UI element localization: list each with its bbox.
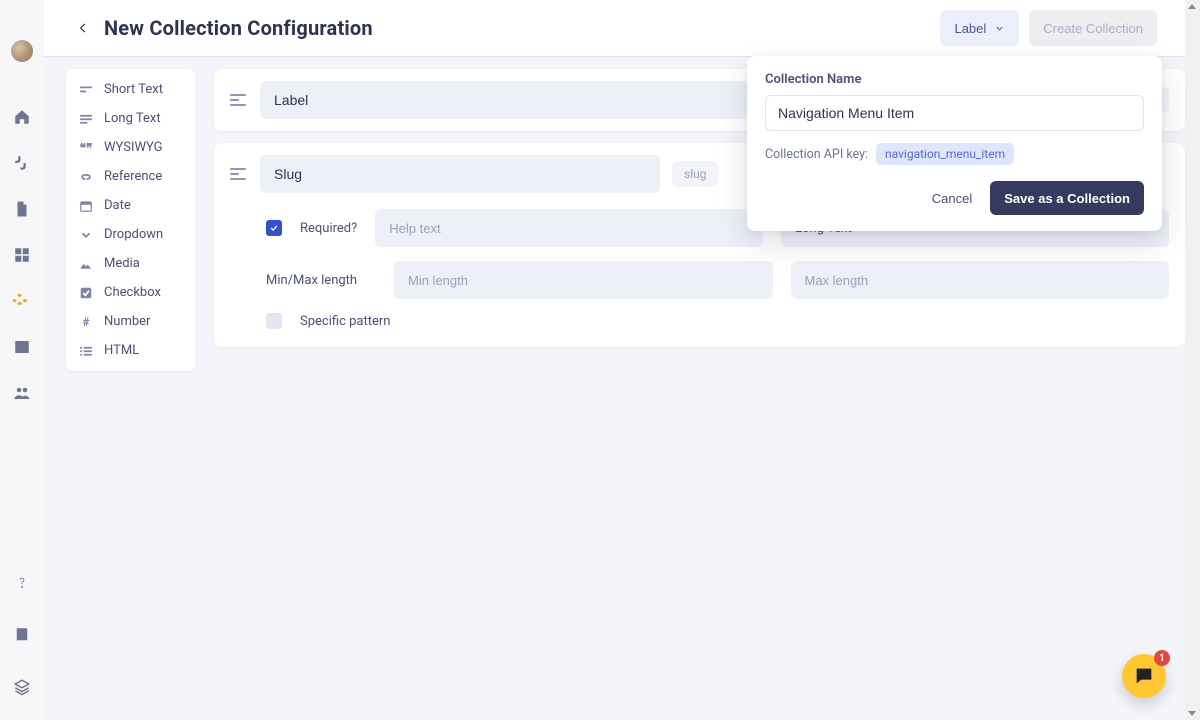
label-field-dropdown[interactable]: Label (940, 10, 1019, 46)
save-as-collection-button[interactable]: Save as a Collection (990, 181, 1144, 215)
palette-long-text[interactable]: Long Text (66, 104, 196, 133)
palette-dropdown[interactable]: Dropdown (66, 220, 196, 249)
nav-grid-icon[interactable] (11, 244, 33, 266)
help-text-input[interactable] (375, 209, 763, 247)
drag-handle-icon[interactable] (230, 94, 248, 106)
scrollbar[interactable] (1185, 0, 1200, 720)
scroll-down-icon (1188, 711, 1196, 716)
date-icon (78, 199, 94, 213)
palette-short-text[interactable]: Short Text (66, 75, 196, 104)
label-field-dropdown-text: Label (954, 21, 986, 36)
collection-name-label: Collection Name (765, 72, 1144, 87)
notification-badge: 1 (1154, 650, 1170, 666)
palette-html[interactable]: HTML (66, 336, 196, 365)
minmax-label: Min/Max length (266, 273, 376, 288)
nav-docs-icon[interactable] (11, 198, 33, 220)
collection-apikey-label: Collection API key: (765, 147, 868, 162)
palette-checkbox[interactable]: Checkbox (66, 278, 196, 307)
checkbox-icon (78, 286, 94, 300)
dropdown-icon (78, 228, 94, 242)
create-collection-button[interactable]: Create Collection (1029, 10, 1157, 46)
html-icon (78, 344, 94, 358)
wysiwyg-icon: ❝❞ (78, 141, 94, 155)
collection-name-input[interactable] (765, 95, 1144, 131)
short-text-icon (78, 83, 94, 97)
nav-help-icon[interactable] (11, 572, 33, 594)
number-icon: # (78, 315, 94, 329)
specific-pattern-label: Specific pattern (300, 314, 390, 329)
palette-media[interactable]: Media (66, 249, 196, 278)
specific-pattern-checkbox[interactable] (266, 313, 282, 329)
palette-date[interactable]: Date (66, 191, 196, 220)
back-button[interactable] (72, 17, 94, 39)
required-checkbox[interactable] (266, 220, 282, 236)
drag-handle-icon[interactable] (230, 168, 248, 180)
collection-name-popover: Collection Name Collection API key: navi… (747, 56, 1162, 231)
palette-number[interactable]: # Number (66, 307, 196, 336)
nav-home-icon[interactable] (11, 106, 33, 128)
slug-field-api-chip: slug (672, 161, 718, 187)
min-length-input[interactable] (394, 261, 773, 299)
long-text-icon (78, 112, 94, 126)
collection-apikey-chip: navigation_menu_item (876, 143, 1014, 165)
intercom-launcher[interactable]: 1 (1122, 654, 1166, 698)
nav-collections-icon[interactable] (11, 290, 33, 312)
media-icon (78, 257, 94, 271)
check-icon (269, 223, 279, 233)
palette-reference[interactable]: Reference (66, 162, 196, 191)
reference-icon (78, 170, 94, 184)
nav-book-icon[interactable] (11, 624, 33, 646)
nav-plugin-icon[interactable] (11, 152, 33, 174)
chat-icon (1133, 665, 1155, 687)
cancel-button[interactable]: Cancel (926, 190, 978, 207)
chevron-down-icon (994, 23, 1005, 34)
nav-layers-icon[interactable] (11, 676, 33, 698)
app-rail (0, 0, 44, 720)
palette-wysiwyg[interactable]: ❝❞ WYSIWYG (66, 133, 196, 162)
max-length-input[interactable] (791, 261, 1170, 299)
avatar[interactable] (11, 40, 33, 62)
slug-field-name-input[interactable] (260, 155, 660, 193)
nav-image-icon[interactable] (11, 336, 33, 358)
page-header: New Collection Configuration Label Creat… (44, 0, 1185, 57)
nav-users-icon[interactable] (11, 382, 33, 404)
field-palette: Short Text Long Text ❝❞ WYSIWYG Referenc… (66, 69, 196, 371)
page-title: New Collection Configuration (104, 16, 373, 40)
scroll-up-icon (1188, 4, 1196, 9)
required-label: Required? (300, 221, 357, 236)
